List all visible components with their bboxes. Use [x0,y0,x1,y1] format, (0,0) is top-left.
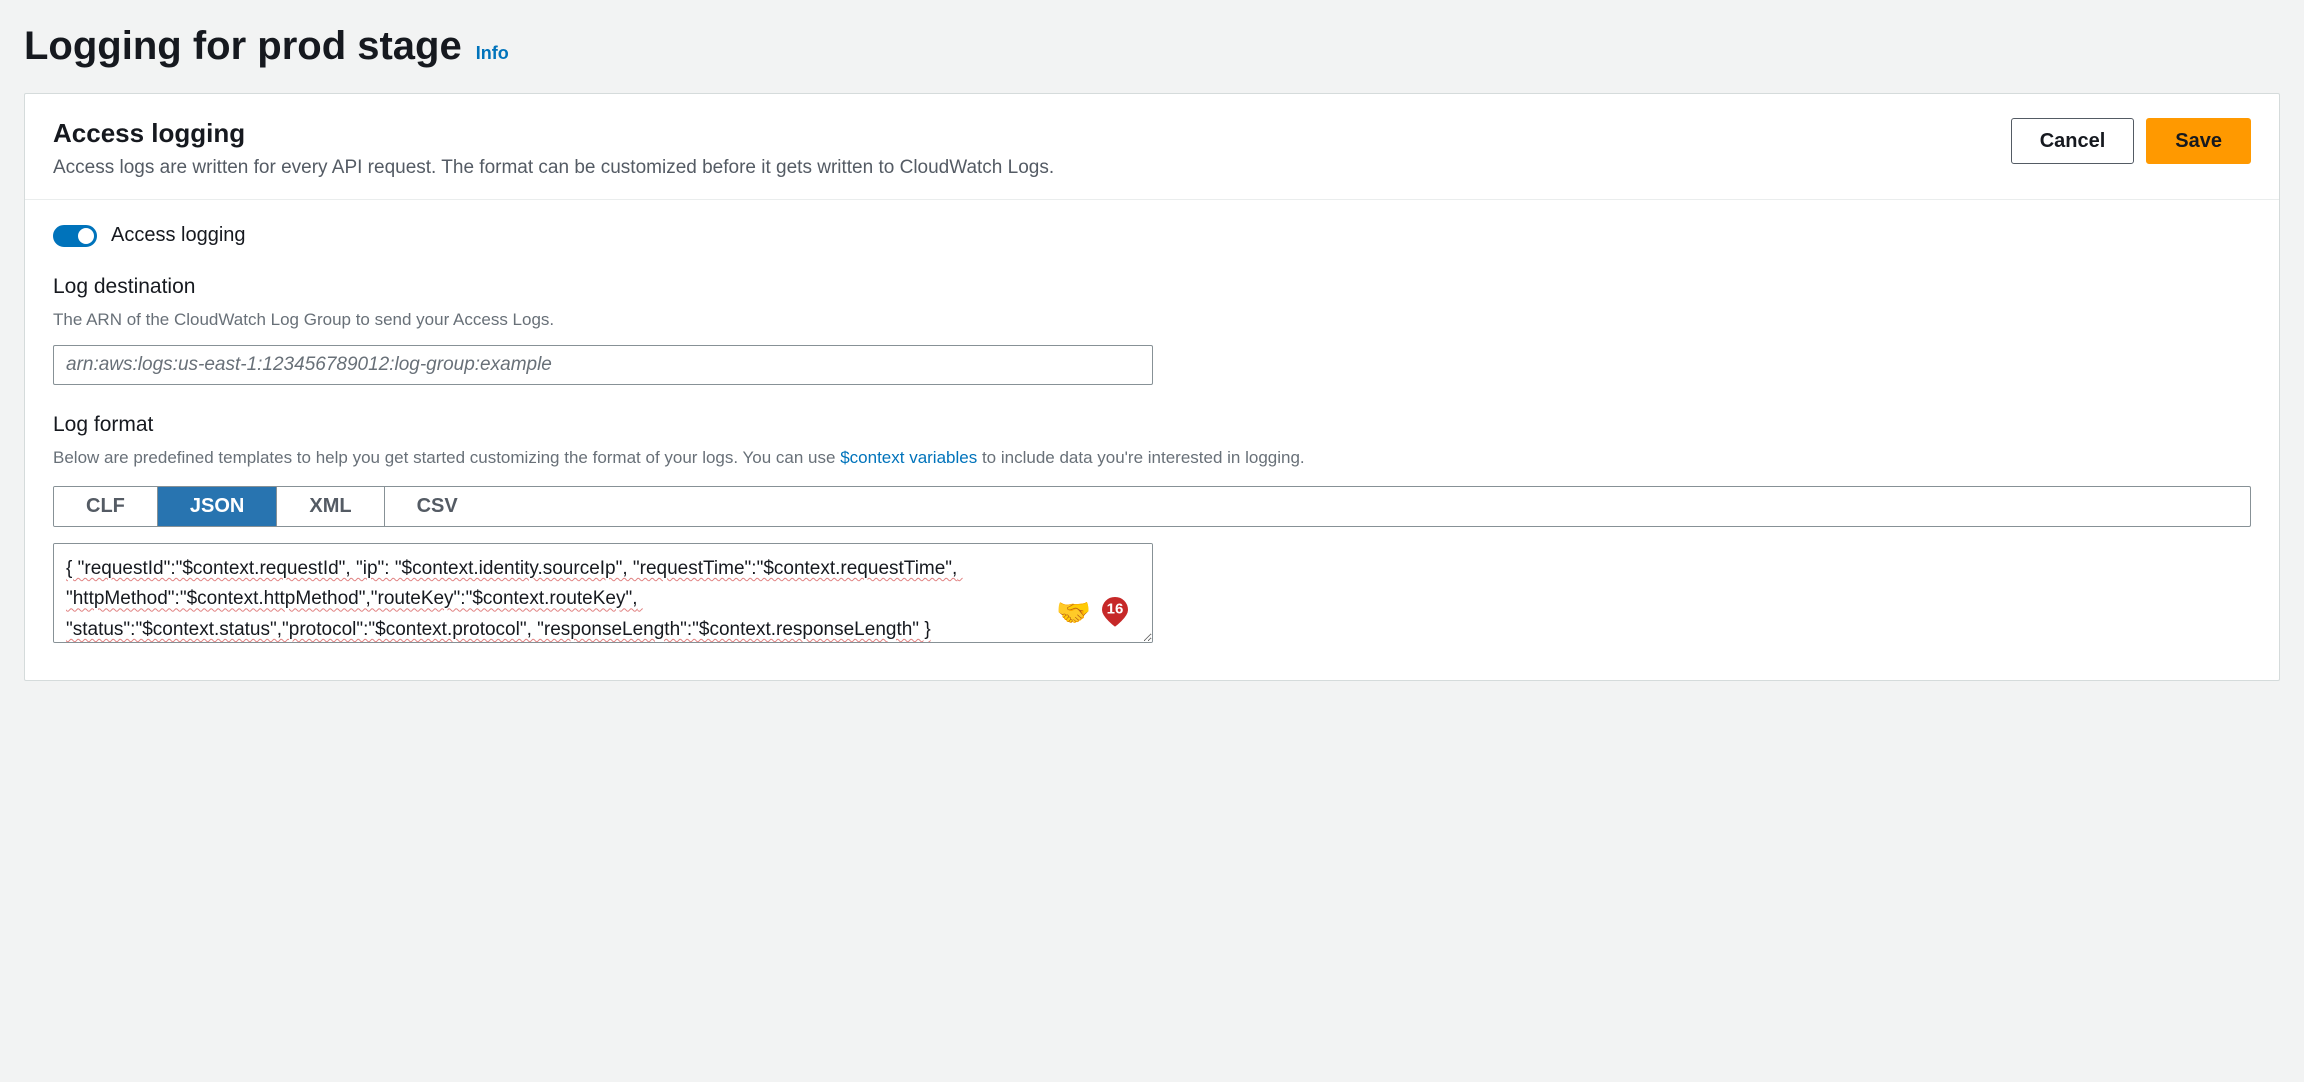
panel-title: Access logging [53,118,1054,149]
log-format-help-suffix: to include data you're interested in log… [977,448,1304,467]
log-format-label: Log format [53,413,2251,437]
tab-json[interactable]: JSON [158,487,277,526]
page-title: Logging for prod stage [24,24,462,69]
log-destination-label: Log destination [53,275,1153,299]
log-destination-help: The ARN of the CloudWatch Log Group to s… [53,307,1153,333]
log-format-textarea[interactable] [53,543,1153,643]
tab-csv[interactable]: CSV [385,487,490,526]
log-format-field: Log format Below are predefined template… [53,413,2251,649]
access-logging-toggle-label: Access logging [111,224,246,247]
log-destination-field: Log destination The ARN of the CloudWatc… [53,275,1153,385]
log-format-help-prefix: Below are predefined templates to help y… [53,448,840,467]
tab-clf[interactable]: CLF [54,487,158,526]
panel-body: Access logging Log destination The ARN o… [25,200,2279,680]
panel-header-text: Access logging Access logs are written f… [53,118,1054,179]
cancel-button[interactable]: Cancel [2011,118,2135,164]
tab-xml[interactable]: XML [277,487,384,526]
panel-header: Access logging Access logs are written f… [25,94,2279,200]
access-logging-toggle-row: Access logging [53,224,2251,247]
log-format-textarea-wrap: 🤝 16 [53,543,1153,648]
panel-description: Access logs are written for every API re… [53,157,1054,179]
panel-actions: Cancel Save [2011,118,2251,164]
page-header: Logging for prod stage Info [24,24,2280,69]
page-root: Logging for prod stage Info Access loggi… [0,0,2304,705]
log-destination-input[interactable] [53,345,1153,385]
save-button[interactable]: Save [2146,118,2251,164]
access-logging-panel: Access logging Access logs are written f… [24,93,2280,681]
toggle-knob [78,228,94,244]
log-format-tabs: CLF JSON XML CSV [53,486,2251,527]
context-variables-link[interactable]: $context variables [840,448,977,467]
log-format-help: Below are predefined templates to help y… [53,445,2251,471]
info-link[interactable]: Info [476,43,509,64]
access-logging-toggle[interactable] [53,225,97,247]
